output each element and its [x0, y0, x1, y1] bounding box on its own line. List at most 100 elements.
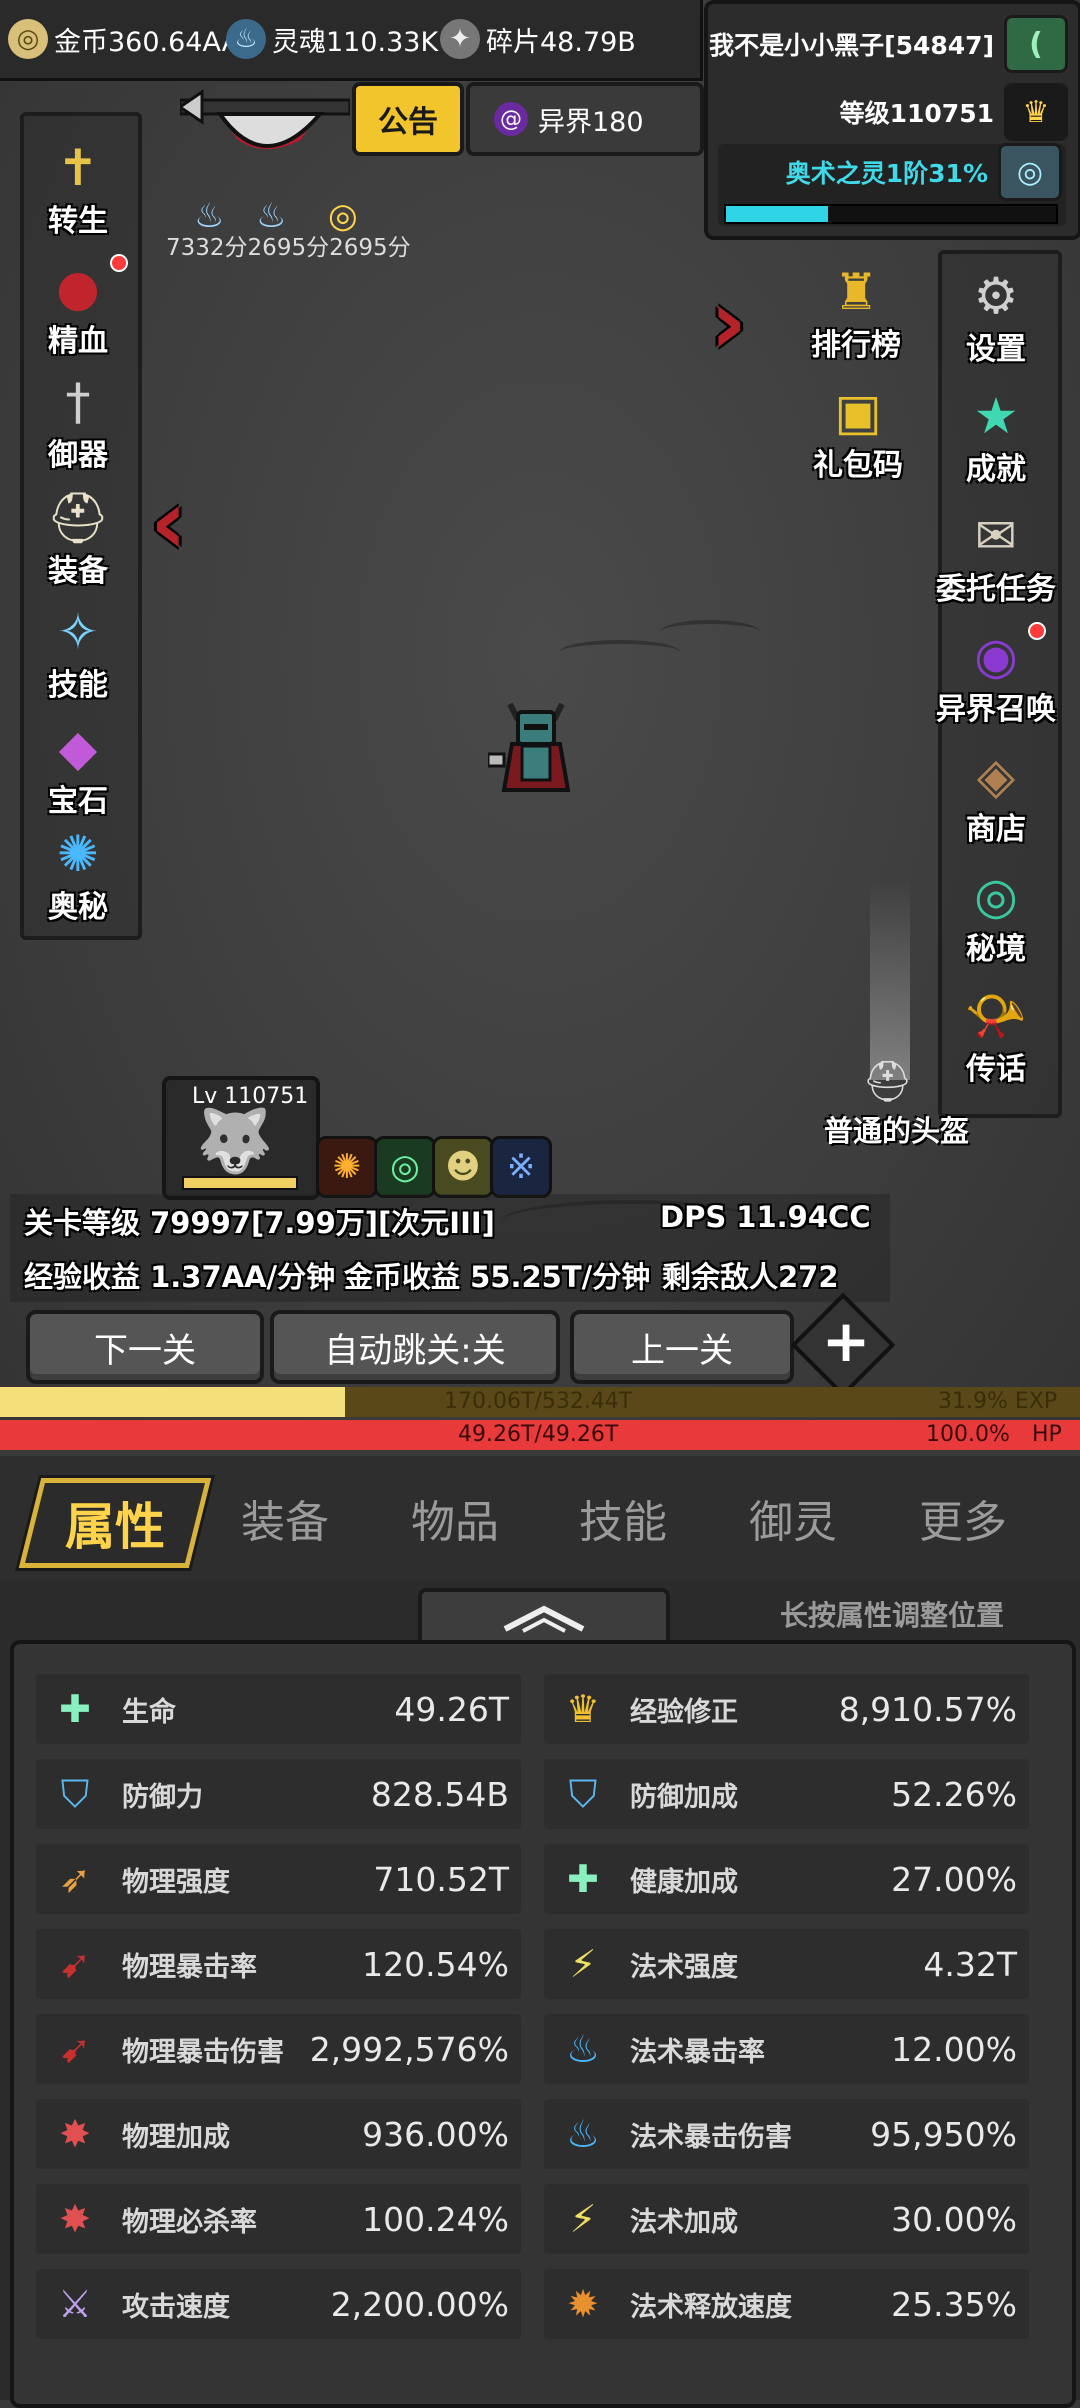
attribute-value: 8,910.57% [838, 1689, 1017, 1729]
menu-item[interactable]: ⚙ 设置 [936, 260, 1056, 368]
otherworld-button[interactable]: @ 异界180 [466, 82, 704, 156]
collapse-panel-button[interactable] [418, 1588, 670, 1648]
quest-scroll-icon: ✉ [975, 507, 1017, 565]
attribute-row[interactable]: ✚ 健康加成 27.00% [544, 1844, 1029, 1914]
gold-rate: 金币收益 55.25T/分钟 [344, 1260, 651, 1294]
bottom-panel: 属性 装备 物品 技能 御灵 更多 长按属性调整位置 ✚ 生命 49.26T ⛉ 防御力… [0, 1456, 1080, 2408]
left-arrow-icon[interactable]: ‹ [150, 470, 187, 575]
spirit-label: 奥术之灵1阶31% [785, 159, 988, 188]
attribute-row[interactable]: ⚡ 法术强度 4.32T [544, 1929, 1029, 1999]
attribute-name: 法术暴击率 [630, 2036, 765, 2068]
lightning-icon: ⚡ [569, 2197, 597, 2241]
attribute-value: 52.26% [891, 1774, 1017, 1814]
attribute-row[interactable]: ⛉ 防御力 828.54B [36, 1759, 521, 1829]
wolf-pet-icon: 🐺 [196, 1104, 274, 1177]
attribute-name: 物理暴击伤害 [122, 2036, 284, 2068]
attribute-name: 攻击速度 [122, 2291, 230, 2323]
attribute-name: 物理强度 [122, 1866, 230, 1898]
menu-item[interactable]: † 御器 [18, 366, 138, 474]
attribute-value: 100.24% [362, 2199, 509, 2239]
attribute-row[interactable]: ✚ 生命 49.26T [36, 1674, 521, 1744]
menu-item[interactable]: ◈ 商店 [936, 740, 1056, 848]
attribute-row[interactable]: ➶ 物理强度 710.52T [36, 1844, 521, 1914]
attribute-row[interactable]: ⚔ 攻击速度 2,200.00% [36, 2269, 521, 2339]
menu-item-label: 御器 [48, 438, 108, 473]
ice-crystal-icon: ✧ [57, 603, 99, 661]
auto-skip-toggle[interactable]: 自动跳关:关 [270, 1310, 560, 1384]
right-arrow-icon[interactable]: › [710, 270, 747, 375]
attribute-row[interactable]: ⚡ 法术加成 30.00% [544, 2184, 1029, 2254]
attribute-name: 防御力 [122, 1781, 203, 1813]
ice-skill-icon[interactable]: ※ [490, 1136, 552, 1198]
attribute-row[interactable]: ✹ 法术释放速度 25.35% [544, 2269, 1029, 2339]
shard-icon: ✦ [440, 19, 480, 59]
next-stage-button[interactable]: 下一关 [26, 1310, 264, 1384]
attribute-row[interactable]: ✸ 物理必杀率 100.24% [36, 2184, 521, 2254]
attribute-value: 27.00% [891, 1859, 1017, 1899]
attribute-row[interactable]: ♨ 法术暴击伤害 95,950% [544, 2099, 1029, 2169]
tab-items[interactable]: 物品 [380, 1478, 530, 1558]
attributes-panel: ✚ 生命 49.26T ⛉ 防御力 828.54B ➶ 物理强度 710.52T ➹ 物理暴击率 12… [10, 1640, 1076, 2408]
buff-row: ♨ ♨ ◎ 7332分2695分2695分 [166, 196, 416, 261]
menu-item[interactable]: ✉ 委托任务 [936, 500, 1056, 608]
menu-item[interactable]: ◆ 宝石 [18, 712, 138, 820]
menu-item[interactable]: ♜ 排行榜 [796, 256, 916, 364]
tab-spirits[interactable]: 御灵 [718, 1478, 868, 1558]
announcement-button[interactable]: 公告 [352, 82, 464, 156]
helmet-drop-icon[interactable]: ⛑ [862, 1058, 913, 1105]
menu-item[interactable]: ✺ 奥秘 [18, 818, 138, 926]
attribute-value: 120.54% [362, 1944, 509, 1984]
attribute-value: 936.00% [362, 2114, 509, 2154]
menu-item-label: 宝石 [48, 784, 108, 819]
player-name-row: 我不是小小黑子[54847] ( [709, 15, 1068, 73]
fire-skill-icon[interactable]: ✺ [316, 1136, 378, 1198]
tab-more[interactable]: 更多 [888, 1478, 1038, 1558]
attribute-name: 法术暴击伤害 [630, 2121, 792, 2153]
hero-character [486, 690, 584, 802]
menu-item[interactable]: ◉ 异界召唤 [936, 620, 1056, 728]
menu-item[interactable]: ⛑ 装备 [18, 482, 138, 590]
wind-skill-icon[interactable]: ◎ [374, 1136, 436, 1198]
tab-equipment[interactable]: 装备 [210, 1478, 360, 1558]
tab-skills[interactable]: 技能 [548, 1478, 698, 1558]
drop-item-label: 普通的头盔 [824, 1114, 970, 1148]
health-cross-icon: ✚ [59, 1687, 91, 1731]
attribute-value: 2,992,576% [309, 2029, 509, 2069]
menu-item-label: 委托任务 [936, 572, 1056, 607]
menu-item[interactable]: ▣ 礼包码 [798, 376, 918, 484]
exp-bar: 170.06T/532.44T 31.9% EXP [0, 1387, 1080, 1417]
menu-item-label: 奥秘 [48, 890, 108, 925]
prev-stage-button[interactable]: 上一关 [570, 1310, 794, 1384]
tab-attributes[interactable]: 属性 [18, 1478, 212, 1568]
attribute-name: 法术释放速度 [630, 2291, 792, 2323]
player-level-row: 等级110751 ♛ [840, 83, 1068, 141]
claw-icon: ➶ [59, 1857, 91, 1901]
menu-item[interactable]: ◎ 秘境 [936, 860, 1056, 968]
gold-coin-icon: ◎ [8, 19, 48, 59]
goblin-skill-icon[interactable]: ☻ [432, 1136, 494, 1198]
player-name: 我不是小小黑子[54847] [709, 31, 994, 60]
player-card[interactable]: 我不是小小黑子[54847] ( 等级110751 ♛ 奥术之灵1阶31% ◎ [704, 0, 1080, 240]
menu-item[interactable]: ✧ 技能 [18, 596, 138, 704]
menu-item[interactable]: ★ 成就 [936, 380, 1056, 488]
attribute-value: 95,950% [870, 2114, 1017, 2154]
menu-item[interactable]: 📯 传话 [936, 980, 1056, 1088]
pet-card[interactable]: 🐺 Lv 110751 [162, 1076, 320, 1200]
attribute-row[interactable]: ♛ 经验修正 8,910.57% [544, 1674, 1029, 1744]
attribute-row[interactable]: ✸ 物理加成 936.00% [36, 2099, 521, 2169]
attribute-value: 30.00% [891, 2199, 1017, 2239]
announcement-label: 公告 [378, 105, 438, 140]
blue-flame-icon: ♨ [565, 2027, 601, 2071]
hp-percent: 100.0% [926, 1422, 1010, 1447]
rebirth-icon: ✝ [57, 139, 99, 197]
attribute-row[interactable]: ⛉ 防御加成 52.26% [544, 1759, 1029, 1829]
attribute-row[interactable]: ♨ 法术暴击率 12.00% [544, 2014, 1029, 2084]
health-cross-icon: ✚ [567, 1857, 599, 1901]
sword-icon: † [65, 373, 91, 431]
crown-icon: ♛ [565, 1687, 601, 1731]
menu-item[interactable]: ● 精血 [18, 252, 138, 360]
menu-item[interactable]: ✝ 转生 [18, 132, 138, 240]
blood-meat-icon: ● [56, 259, 100, 317]
attribute-row[interactable]: ➹ 物理暴击伤害 2,992,576% [36, 2014, 521, 2084]
attribute-row[interactable]: ➹ 物理暴击率 120.54% [36, 1929, 521, 1999]
